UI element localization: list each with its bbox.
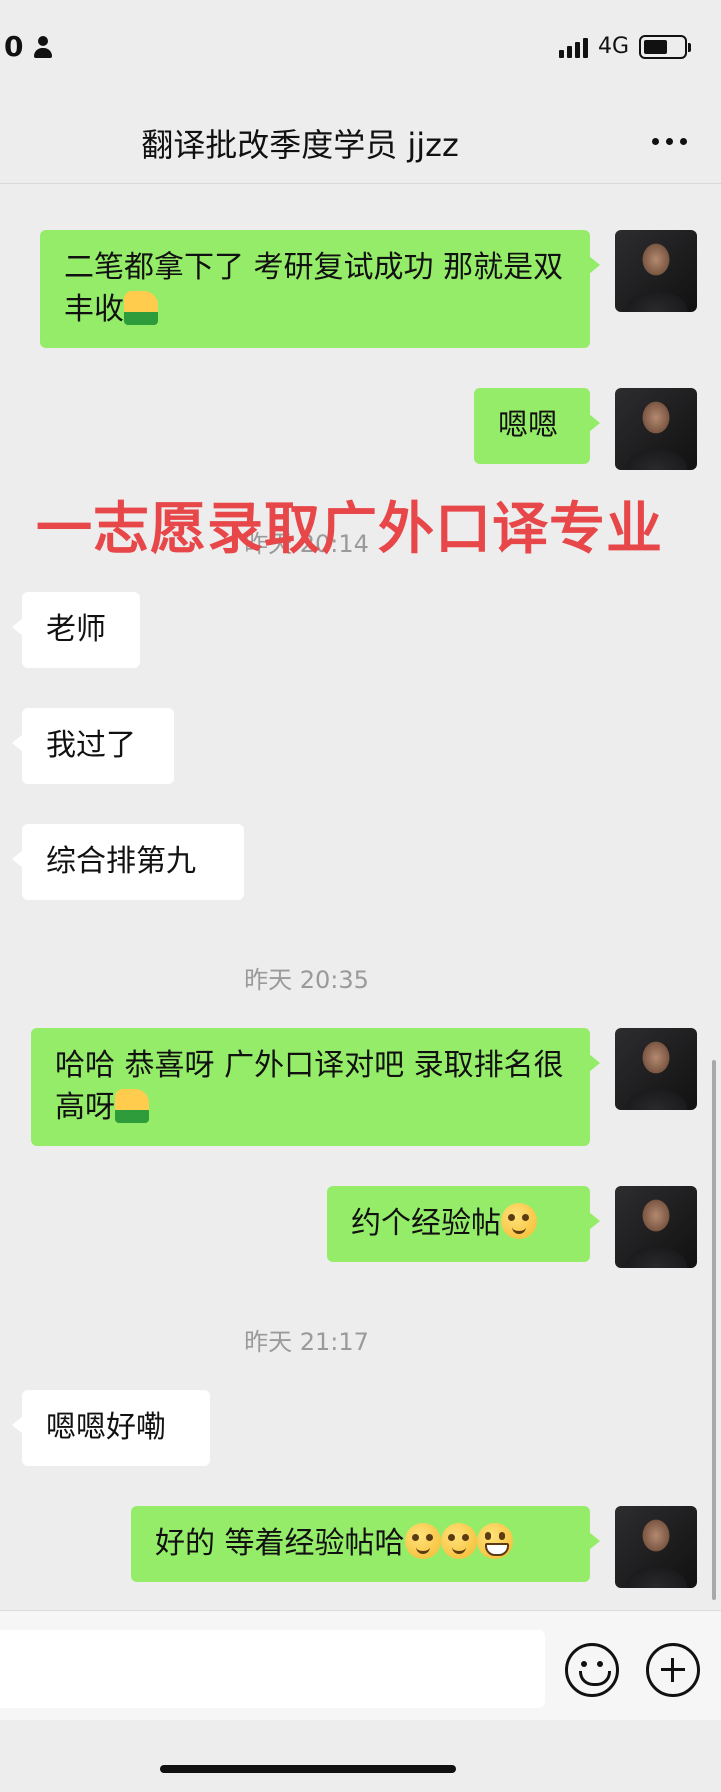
input-bar bbox=[0, 1610, 721, 1720]
message-bubble-outgoing[interactable]: 好的 等着经验帖哈 bbox=[131, 1506, 600, 1582]
self-avatar[interactable] bbox=[615, 1028, 697, 1110]
scrollbar[interactable] bbox=[712, 1060, 716, 1600]
message-bubble-incoming[interactable]: 我过了 bbox=[12, 708, 174, 784]
overlay-caption: 一志愿录取广外口译专业 bbox=[36, 497, 663, 562]
smirk-face-icon bbox=[404, 1523, 441, 1559]
battery-icon bbox=[639, 34, 691, 59]
self-avatar[interactable] bbox=[615, 1506, 697, 1588]
message-input[interactable] bbox=[0, 1630, 545, 1708]
more-options-icon[interactable] bbox=[652, 138, 687, 145]
message-bubble-incoming[interactable]: 综合排第九 bbox=[12, 824, 244, 900]
message-bubble-outgoing[interactable]: 约个经验帖 bbox=[327, 1186, 600, 1262]
signal-icon bbox=[558, 36, 588, 58]
message-text: 约个经验帖 bbox=[351, 1206, 501, 1241]
thumbs-up-icon bbox=[124, 291, 158, 325]
person-icon bbox=[31, 35, 55, 59]
status-right: 4G bbox=[558, 34, 691, 59]
grin-face-icon bbox=[476, 1523, 513, 1559]
emoji-button-icon[interactable] bbox=[565, 1643, 619, 1697]
home-indicator[interactable] bbox=[160, 1765, 456, 1773]
smirk-face-icon bbox=[501, 1203, 537, 1239]
message-bubble-outgoing[interactable]: 嗯嗯 bbox=[474, 388, 600, 464]
plus-button-icon[interactable] bbox=[646, 1643, 700, 1697]
status-left: 0 bbox=[4, 30, 55, 63]
network-label: 4G bbox=[597, 34, 629, 59]
message-text: 我过了 bbox=[46, 728, 136, 763]
chat-header: 翻译批改季度学员 jjzz bbox=[0, 100, 721, 184]
chat-title: 翻译批改季度学员 jjzz bbox=[141, 126, 459, 164]
message-bubble-outgoing[interactable]: 二笔都拿下了 考研复试成功 那就是双丰收 bbox=[40, 230, 600, 348]
notification-count: 0 bbox=[4, 30, 24, 63]
timestamp: 昨天 21:17 bbox=[244, 1328, 369, 1356]
message-text: 嗯嗯 bbox=[498, 408, 558, 443]
smirk-face-icon bbox=[440, 1523, 477, 1559]
self-avatar[interactable] bbox=[615, 230, 697, 312]
self-avatar[interactable] bbox=[615, 1186, 697, 1268]
message-bubble-outgoing[interactable]: 哈哈 恭喜呀 广外口译对吧 录取排名很高呀 bbox=[31, 1028, 600, 1146]
message-text: 好的 等着经验帖哈 bbox=[155, 1526, 405, 1561]
timestamp: 昨天 20:35 bbox=[244, 966, 369, 994]
message-bubble-incoming[interactable]: 老师 bbox=[12, 592, 140, 668]
message-text: 综合排第九 bbox=[46, 844, 196, 879]
message-text: 老师 bbox=[46, 612, 106, 647]
thumbs-up-icon bbox=[115, 1089, 149, 1123]
message-text: 嗯嗯好嘞 bbox=[46, 1410, 166, 1445]
status-bar: 0 4G bbox=[0, 0, 721, 100]
message-bubble-incoming[interactable]: 嗯嗯好嘞 bbox=[12, 1390, 210, 1466]
self-avatar[interactable] bbox=[615, 388, 697, 470]
